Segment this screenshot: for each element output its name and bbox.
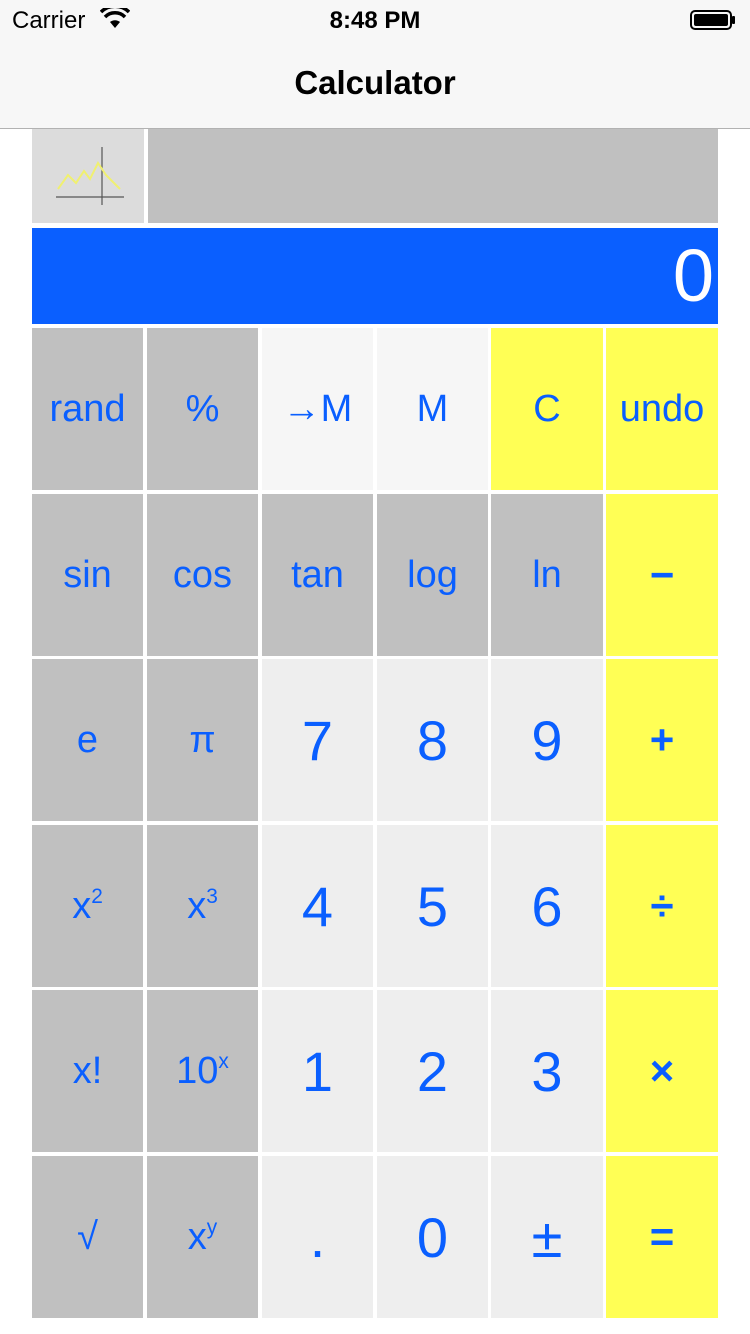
key-power[interactable]: xy bbox=[147, 1156, 258, 1318]
key-undo[interactable]: undo bbox=[606, 328, 718, 490]
description-label bbox=[148, 129, 718, 223]
key-label: M bbox=[416, 387, 449, 430]
key-memory[interactable]: M bbox=[377, 328, 488, 490]
key-label: π bbox=[189, 718, 216, 761]
graph-icon bbox=[56, 147, 124, 205]
key-clear[interactable]: C bbox=[491, 328, 603, 490]
key-e[interactable]: e bbox=[32, 659, 143, 821]
key-cube[interactable]: x3 bbox=[147, 825, 258, 987]
key-label: . bbox=[309, 1205, 326, 1269]
key-superscript: 3 bbox=[206, 884, 218, 908]
key-square[interactable]: x2 bbox=[32, 825, 143, 987]
key-percent[interactable]: % bbox=[147, 328, 258, 490]
key-label: 0 bbox=[416, 1205, 449, 1269]
key-label: 10 bbox=[176, 1049, 219, 1092]
key-divide[interactable]: ÷ bbox=[606, 825, 718, 987]
key-store-memory[interactable]: →M bbox=[262, 328, 373, 490]
key-label: cos bbox=[172, 553, 233, 596]
key-label: 7 bbox=[301, 708, 334, 772]
key-digit-7[interactable]: 7 bbox=[262, 659, 373, 821]
key-digit-6[interactable]: 6 bbox=[491, 825, 603, 987]
key-label: 9 bbox=[531, 708, 563, 772]
key-digit-2[interactable]: 2 bbox=[377, 990, 488, 1152]
key-sign[interactable]: ± bbox=[491, 1156, 603, 1318]
key-label: 5 bbox=[416, 874, 449, 938]
key-plus[interactable]: + bbox=[606, 659, 718, 821]
key-label: log bbox=[407, 553, 458, 596]
key-label: rand bbox=[49, 387, 126, 430]
key-label: ± bbox=[531, 1205, 563, 1269]
key-digit-5[interactable]: 5 bbox=[377, 825, 488, 987]
key-label: % bbox=[185, 387, 220, 430]
key-label: 1 bbox=[301, 1039, 334, 1103]
keypad: rand% →M M Cundo sin cos tan log ln − e π 7 8 9 + x 2 x 3 4 5… bbox=[32, 328, 718, 1320]
navigation-bar: Calculator bbox=[0, 40, 750, 129]
key-digit-3[interactable]: 3 bbox=[491, 990, 603, 1152]
key-digit-9[interactable]: 9 bbox=[491, 659, 603, 821]
result-display: 0 bbox=[32, 228, 718, 324]
key-digit-1[interactable]: 1 bbox=[262, 990, 373, 1152]
key-sin[interactable]: sin bbox=[32, 494, 143, 656]
key-label: 6 bbox=[531, 874, 563, 938]
clock: 8:48 PM bbox=[329, 7, 421, 34]
key-rand[interactable]: rand bbox=[32, 328, 143, 490]
key-label: 4 bbox=[301, 874, 334, 938]
key-multiply[interactable]: × bbox=[606, 990, 718, 1152]
key-decimal[interactable]: . bbox=[262, 1156, 373, 1318]
key-digit-0[interactable]: 0 bbox=[377, 1156, 488, 1318]
key-label: × bbox=[649, 1047, 675, 1094]
key-cos[interactable]: cos bbox=[147, 494, 258, 656]
key-label: e bbox=[76, 718, 99, 761]
key-label: C bbox=[533, 387, 561, 430]
key-ten-power[interactable]: 10 x bbox=[147, 990, 258, 1152]
key-label: sin bbox=[63, 553, 112, 596]
key-label: ÷ bbox=[650, 882, 674, 929]
key-factorial[interactable]: x! bbox=[32, 990, 143, 1152]
key-label: 2 bbox=[416, 1039, 449, 1103]
key-label: ln bbox=[532, 553, 562, 596]
key-label: 3 bbox=[531, 1039, 563, 1103]
graph-button[interactable] bbox=[32, 129, 144, 223]
key-label: tan bbox=[291, 553, 344, 596]
key-label: 8 bbox=[416, 708, 449, 772]
key-label: = bbox=[649, 1213, 675, 1260]
key-label: x! bbox=[72, 1049, 103, 1092]
key-label: x bbox=[187, 1215, 207, 1258]
page-title: Calculator bbox=[294, 64, 456, 101]
key-equals[interactable]: = bbox=[606, 1156, 718, 1318]
key-superscript: 2 bbox=[91, 884, 103, 908]
key-label: x bbox=[72, 884, 92, 927]
key-superscript: x bbox=[218, 1049, 229, 1073]
key-pi[interactable]: π bbox=[147, 659, 258, 821]
key-tan[interactable]: tan bbox=[262, 494, 373, 656]
key-minus[interactable]: − bbox=[606, 494, 718, 656]
status-bar: Carrier 8:48 PM bbox=[0, 0, 750, 40]
key-digit-4[interactable]: 4 bbox=[262, 825, 373, 987]
battery-icon bbox=[690, 10, 736, 30]
key-label: →M bbox=[282, 387, 353, 430]
key-superscript: y bbox=[206, 1215, 218, 1239]
key-digit-8[interactable]: 8 bbox=[377, 659, 488, 821]
key-label: + bbox=[649, 716, 675, 763]
key-ln[interactable]: ln bbox=[491, 494, 603, 656]
key-label: undo bbox=[619, 387, 705, 430]
key-log[interactable]: log bbox=[377, 494, 488, 656]
key-label: − bbox=[649, 551, 675, 598]
key-label: x bbox=[187, 884, 207, 927]
key-label: √ bbox=[77, 1215, 98, 1258]
key-sqrt[interactable]: √ bbox=[32, 1156, 143, 1318]
